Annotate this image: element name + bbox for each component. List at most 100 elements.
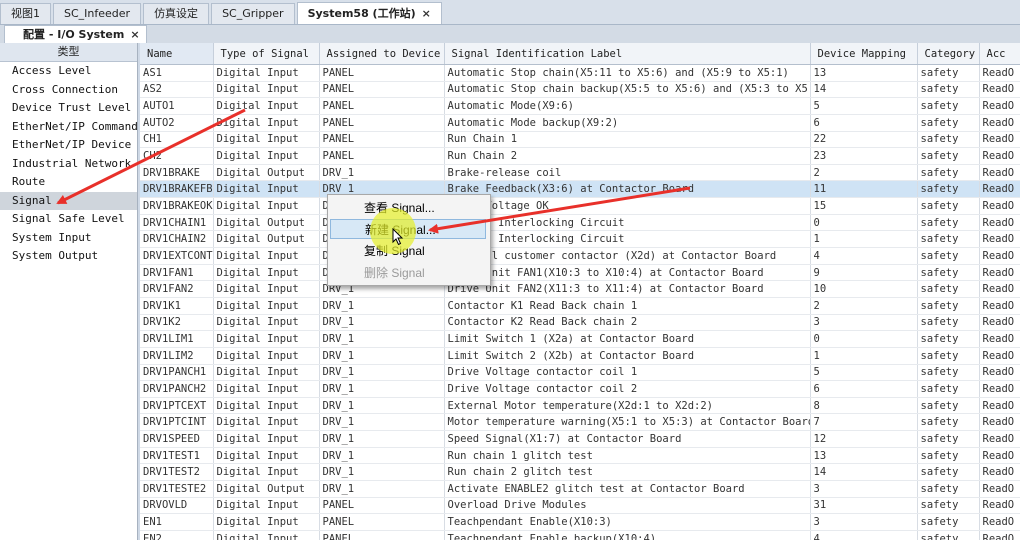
table-row[interactable]: DRV1BRAKEOKDigital InputDRV_1Brake Volta… — [140, 197, 1020, 215]
cell-mapping: 1 — [810, 347, 918, 365]
cell-type: Digital Input — [213, 114, 320, 132]
column-header-access[interactable]: Acc — [979, 43, 1020, 65]
column-header-name[interactable]: Name — [140, 43, 214, 65]
column-header-device[interactable]: Assigned to Device — [319, 43, 445, 65]
cell-mapping: 22 — [810, 131, 918, 149]
cell-category: safety — [917, 197, 980, 215]
cell-name: DRV1BRAKEFB — [140, 180, 214, 199]
table-row[interactable]: DRV1K1 Digital Input DRV_1 Contactor K1 Rea… — [140, 297, 1020, 315]
tab-view1[interactable]: 视图1 — [0, 3, 51, 24]
tab-label: System58 (工作站) — [307, 6, 416, 20]
cell-label: Limit Switch 1 (X2a) at Contactor Board — [444, 330, 811, 348]
table-row[interactable]: DRV1K2 Digital Input DRV_1 Contactor K2 Rea… — [140, 314, 1020, 332]
table-row[interactable]: CH2 Digital Input PANEL Run Chain 2 23 safety… — [140, 147, 1020, 165]
type-item-signal[interactable]: Signal — [0, 191, 137, 210]
cell-access: ReadO — [979, 463, 1020, 482]
table-row[interactable]: DRV1PTCINT Digital Input DRV_1 Motor temper… — [140, 413, 1020, 432]
cell-name: AS1 — [140, 64, 214, 82]
table-row[interactable]: AUTO1 Digital Input PANEL Automatic Mode(X9… — [140, 97, 1020, 115]
cell-access: ReadO — [979, 513, 1020, 531]
type-item-cross-connection[interactable]: Cross Connection — [0, 81, 137, 100]
table-row[interactable]: EN1 Digital Input PANEL Teachpendant Enable… — [140, 513, 1020, 531]
column-header-type[interactable]: Type of Signal — [213, 43, 320, 65]
table-row[interactable]: EN2 Digital Input PANEL Teachpendant Enable… — [140, 530, 1020, 540]
cell-label: Automatic Mode(X9:6) — [444, 97, 811, 115]
cell-type: Digital Input — [213, 430, 320, 448]
table-row[interactable]: CH1 Digital Input PANEL Run Chain 1 22 safety… — [140, 131, 1020, 149]
table-row[interactable]: DRV1EXTCONTDigital InputDRV_1External cu… — [140, 247, 1020, 265]
cell-type: Digital Output — [213, 480, 320, 498]
cell-mapping: 5 — [810, 97, 918, 115]
cell-access: ReadO — [979, 214, 1020, 232]
cell-access: ReadO — [979, 264, 1020, 282]
cell-label: Brake Feedback(X3:6) at Contactor Board — [444, 180, 811, 199]
type-item-device-trust-level[interactable]: Device Trust Level — [0, 99, 137, 118]
type-item-ethernetip-device[interactable]: EtherNet/IP Device — [0, 136, 137, 155]
cell-name: DRV1PANCH1 — [140, 364, 214, 382]
type-item-access-level[interactable]: Access Level — [0, 62, 137, 81]
tab-label: 视图1 — [11, 7, 40, 20]
cell-device: PANEL — [319, 64, 445, 82]
column-header-category[interactable]: Category — [917, 43, 980, 65]
cell-mapping: 5 — [810, 364, 918, 382]
cell-mapping: 2 — [810, 164, 918, 182]
cell-mapping: 4 — [810, 247, 918, 265]
table-row[interactable]: DRV1CHAIN1Digital OutputDRV_1Chain 1 Int… — [140, 214, 1020, 232]
type-item-industrial-network[interactable]: Industrial Network — [0, 155, 137, 174]
close-icon[interactable]: × — [422, 4, 431, 24]
column-label: Category — [924, 47, 976, 60]
table-row[interactable]: DRV1TEST1 Digital Input DRV_1 Run chain 1 g… — [140, 447, 1020, 465]
table-row[interactable]: DRV1PTCEXT Digital Input DRV_1 External Mot… — [140, 397, 1020, 415]
table-row[interactable]: DRV1BRAKEFB Digital Input DRV_1 Brake Feedb… — [140, 180, 1020, 199]
cell-mapping: 13 — [810, 64, 918, 82]
table-row[interactable]: DRVOVLD Digital Input PANEL Overload Drive … — [140, 497, 1020, 515]
cell-label: Activate ENABLE2 glitch test at Contacto… — [444, 480, 811, 498]
table-row[interactable]: DRV1TESTE2 Digital Output DRV_1 Activate EN… — [140, 480, 1020, 498]
cell-access: ReadO — [979, 447, 1020, 465]
cell-category: safety — [917, 430, 980, 448]
table-row[interactable]: DRV1PANCH1 Digital Input DRV_1 Drive Voltag… — [140, 364, 1020, 382]
type-item-route[interactable]: Route — [0, 173, 137, 192]
table-row[interactable]: AUTO2 Digital Input PANEL Automatic Mode ba… — [140, 114, 1020, 132]
type-item-signal-safe-level[interactable]: Signal Safe Level — [0, 210, 137, 229]
column-header-label[interactable]: Signal Identification Label — [444, 43, 811, 65]
table-row[interactable]: DRV1TEST2 Digital Input DRV_1 Run chain 2 g… — [140, 463, 1020, 482]
cell-type: Digital Input — [213, 81, 320, 99]
table-row[interactable]: DRV1PANCH2 Digital Input DRV_1 Drive Voltag… — [140, 380, 1020, 398]
cell-type: Digital Input — [213, 513, 320, 531]
table-row[interactable]: AS2 Digital Input PANEL Automatic Stop chai… — [140, 81, 1020, 99]
cell-device: DRV_1 — [319, 413, 445, 432]
cell-label: Run chain 2 glitch test — [444, 463, 811, 482]
cell-type: Digital Input — [213, 180, 320, 199]
type-item-ethernetip-command[interactable]: EtherNet/IP Command — [0, 118, 138, 137]
table-row[interactable]: DRV1SPEED Digital Input DRV_1 Speed Signal(… — [140, 430, 1020, 448]
tab-sc-infeeder[interactable]: SC_Infeeder — [53, 3, 142, 24]
tab-system58[interactable]: System58 (工作站) × — [296, 2, 442, 24]
cell-access: ReadO — [979, 364, 1020, 382]
tab-simulation-settings[interactable]: 仿真设定 — [143, 3, 210, 24]
type-item-system-output[interactable]: System Output — [0, 247, 137, 266]
table-row[interactable]: DRV1LIM1 Digital Input DRV_1 Limit Switch 1… — [140, 330, 1020, 348]
table-row[interactable]: DRV1BRAKE Digital Output DRV_1 Brake-releas… — [140, 164, 1020, 182]
table-row[interactable]: DRV1CHAIN2Digital OutputDRV_1Chain 2 Int… — [140, 230, 1020, 249]
cell-name: DRV1PANCH2 — [140, 380, 214, 398]
cell-category: safety — [917, 513, 980, 531]
column-label: Assigned to Device — [326, 47, 441, 60]
type-item-system-input[interactable]: System Input — [0, 229, 137, 248]
column-header-mapping[interactable]: Device Mapping — [810, 43, 918, 65]
cell-label: Contactor K2 Read Back chain 2 — [444, 314, 811, 332]
cell-label: External customer contactor (X2d) at Con… — [444, 247, 811, 265]
cell-device: DRV_1 — [319, 447, 445, 465]
tab-sc-gripper[interactable]: SC_Gripper — [211, 3, 295, 24]
cell-label: Automatic Stop chain backup(X5:5 to X5:6… — [444, 81, 811, 99]
cell-access: ReadO — [979, 330, 1020, 348]
cell-type: Digital Input — [213, 380, 320, 398]
menu-item-delete-signal: 删除 Signal — [364, 266, 425, 280]
tab-io-system-config[interactable]: 配置 - I/O System × — [4, 25, 147, 43]
cell-name: DRV1K2 — [140, 314, 214, 332]
table-row[interactable]: DRV1FAN1Digital InputDRV_1Drive Unit FAN… — [140, 264, 1020, 282]
close-icon[interactable]: × — [130, 26, 139, 43]
table-row[interactable]: AS1 Digital Input PANEL Automatic Stop chai… — [140, 64, 1020, 82]
table-row[interactable]: DRV1FAN2 Digital Input DRV_1 Drive Unit FAN… — [140, 280, 1020, 298]
table-row[interactable]: DRV1LIM2 Digital Input DRV_1 Limit Switch 2… — [140, 347, 1020, 365]
